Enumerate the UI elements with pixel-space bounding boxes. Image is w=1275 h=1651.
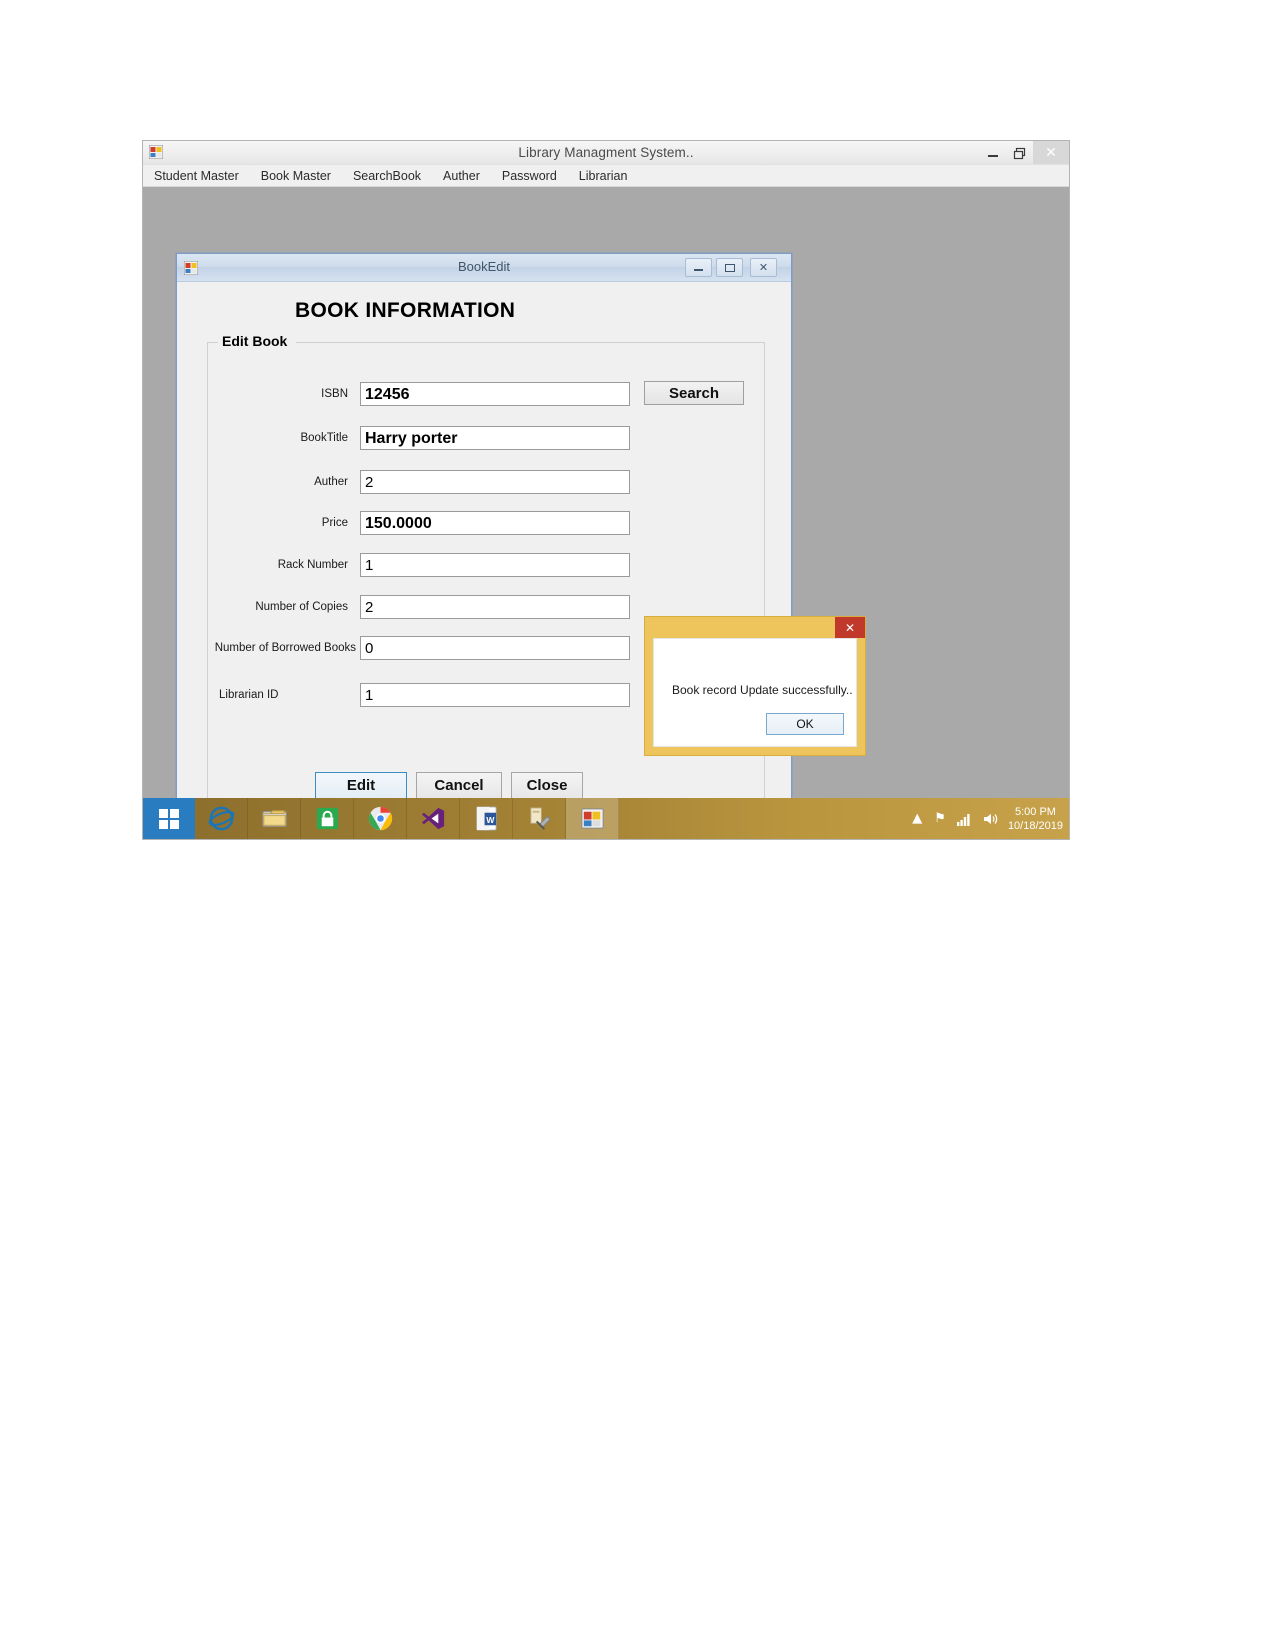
action-center-flag-icon[interactable]: ⚑	[934, 811, 946, 826]
dialog-body: Book record Update successfully.. OK	[653, 638, 857, 747]
taskbar-item-file-explorer[interactable]	[248, 798, 301, 839]
window-close-button[interactable]: ✕	[1033, 141, 1069, 164]
svg-text:W: W	[486, 815, 495, 825]
input-librarian-id[interactable]: 1	[360, 683, 630, 707]
application-window: Library Managment System.. ✕ Student Mas…	[142, 140, 1070, 840]
visual-studio-icon	[421, 807, 444, 830]
input-number-of-copies[interactable]: 2	[360, 595, 630, 619]
main-menubar: Student Master Book Master SearchBook Au…	[143, 165, 1069, 187]
volume-icon[interactable]	[983, 812, 999, 826]
google-chrome-icon	[368, 806, 392, 831]
system-tray: ▲ ⚑ 5:00 PM 10/18/2019	[906, 798, 1069, 839]
bookedit-maximize-button[interactable]	[716, 258, 743, 277]
internet-explorer-icon	[208, 806, 234, 831]
label-auther: Auther	[314, 476, 348, 488]
form-row-booktitle: BookTitle Harry porter	[208, 426, 764, 452]
taskbar-item-windows-store[interactable]	[301, 798, 354, 839]
windows-store-icon	[316, 807, 338, 830]
window-minimize-button[interactable]	[979, 141, 1007, 165]
clock-date: 10/18/2019	[1007, 819, 1063, 832]
taskbar-item-google-chrome[interactable]	[354, 798, 407, 839]
label-booktitle: BookTitle	[300, 432, 348, 444]
taskbar-item-sql-server-tools[interactable]	[513, 798, 566, 839]
menu-item-book-master[interactable]: Book Master	[261, 167, 342, 185]
form-row-rack-number: Rack Number 1	[208, 553, 764, 579]
label-isbn: ISBN	[321, 388, 348, 400]
menu-item-search-book[interactable]: SearchBook	[353, 167, 432, 185]
show-hidden-icons-button[interactable]: ▲	[912, 811, 922, 826]
close-icon: ✕	[758, 261, 769, 274]
windows-start-icon	[159, 808, 179, 829]
cancel-button[interactable]: Cancel	[416, 772, 502, 799]
window-title: Library Managment System..	[518, 145, 694, 160]
label-librarian-id: Librarian ID	[219, 689, 279, 701]
bookedit-minimize-button[interactable]	[685, 258, 712, 277]
dialog-message: Book record Update successfully..	[672, 683, 853, 697]
label-rack-number: Rack Number	[277, 559, 348, 571]
dialog-titlebar[interactable]: ✕	[645, 617, 865, 638]
input-number-of-borrowed-books[interactable]: 0	[360, 636, 630, 660]
minimize-icon	[988, 155, 998, 157]
window-titlebar[interactable]: Library Managment System.. ✕	[143, 141, 1069, 165]
edit-button[interactable]: Edit	[315, 772, 407, 799]
minimize-icon	[694, 269, 703, 271]
form-row-auther: Auther 2	[208, 470, 764, 496]
close-icon: ✕	[1045, 144, 1057, 161]
restore-icon	[1013, 147, 1025, 159]
message-dialog: ✕ Book record Update successfully.. OK	[644, 616, 866, 756]
signal-bars-icon[interactable]	[956, 812, 973, 826]
label-number-of-borrowed-books: Number of Borrowed Books	[214, 642, 356, 654]
clock-time: 5:00 PM	[1014, 805, 1056, 818]
input-isbn[interactable]: 12456	[360, 382, 630, 406]
bookedit-titlebar[interactable]: BookEdit ✕	[177, 254, 791, 282]
search-button[interactable]: Search	[644, 381, 744, 405]
menu-item-password[interactable]: Password	[502, 167, 568, 185]
taskbar-item-visual-studio[interactable]	[407, 798, 460, 839]
bookedit-close-button[interactable]: ✕	[750, 258, 777, 277]
start-button[interactable]	[143, 798, 195, 839]
taskbar-item-internet-explorer[interactable]	[195, 798, 248, 839]
dialog-close-button[interactable]: ✕	[835, 617, 865, 638]
microsoft-word-icon: W	[475, 806, 497, 831]
library-app-icon	[580, 808, 604, 829]
clock[interactable]: 5:00 PM 10/18/2019	[1008, 805, 1063, 833]
input-auther[interactable]: 2	[360, 470, 630, 494]
taskbar-item-microsoft-word[interactable]: W	[460, 798, 513, 839]
taskbar: W ▲ ⚑ 5:00 PM 10/18/2019	[143, 798, 1069, 839]
input-price[interactable]: 150.0000	[360, 511, 630, 535]
menu-item-auther[interactable]: Auther	[443, 167, 491, 185]
dialog-ok-button[interactable]: OK	[766, 713, 844, 735]
groupbox-label: Edit Book	[218, 333, 292, 349]
label-price: Price	[321, 517, 348, 529]
taskbar-item-library-app[interactable]	[566, 798, 619, 839]
menu-item-student-master[interactable]: Student Master	[154, 167, 250, 185]
label-number-of-copies: Number of Copies	[255, 601, 348, 613]
page-title: BOOK INFORMATION	[295, 299, 516, 322]
window-restore-button[interactable]	[1005, 141, 1033, 165]
input-rack-number[interactable]: 1	[360, 553, 630, 577]
close-button[interactable]: Close	[511, 772, 583, 799]
mdi-client-area: BookEdit ✕ BOOK INFORMATION Edit Book IS…	[143, 188, 1069, 831]
sql-server-tools-icon	[529, 807, 551, 830]
maximize-icon	[724, 263, 735, 272]
file-explorer-icon	[261, 810, 287, 827]
close-icon: ✕	[844, 620, 856, 635]
menu-item-librarian[interactable]: Librarian	[579, 167, 639, 185]
form-row-price: Price 150.0000	[208, 511, 764, 537]
input-booktitle[interactable]: Harry porter	[360, 426, 630, 450]
